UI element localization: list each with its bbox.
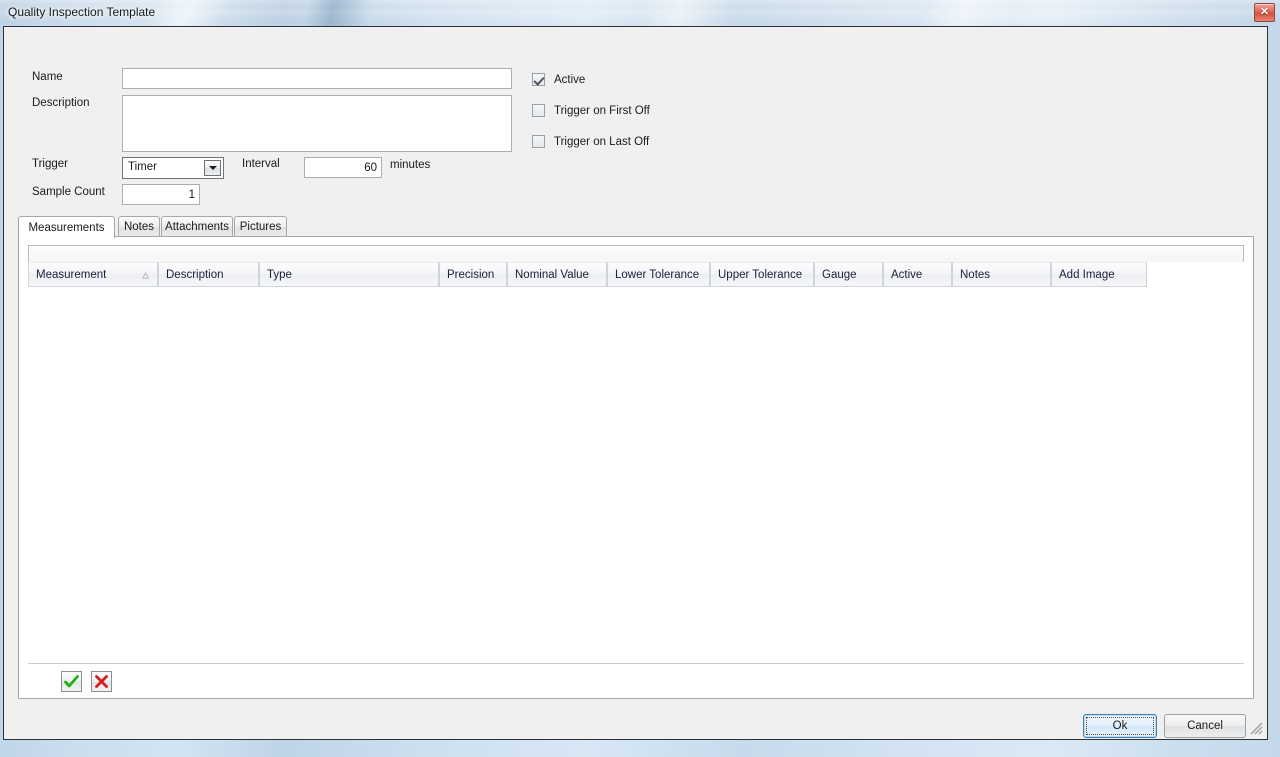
dialog-client-area: Name Description Trigger Timer Interval … bbox=[3, 26, 1268, 740]
active-checkbox-label: Active bbox=[554, 73, 586, 86]
grid-column-description-label: Description bbox=[166, 268, 224, 281]
interval-input[interactable] bbox=[304, 157, 382, 178]
grid-column-add-image[interactable]: Add Image bbox=[1051, 262, 1147, 287]
name-label: Name bbox=[32, 71, 63, 83]
grid-column-notes-label: Notes bbox=[960, 268, 991, 281]
trigger-on-first-off-checkbox-row[interactable]: Trigger on First Off bbox=[532, 104, 650, 117]
tab-attachments-label: Attachments bbox=[165, 221, 229, 233]
tab-attachments[interactable]: Attachments bbox=[161, 216, 233, 237]
grid-column-active-label: Active bbox=[891, 268, 923, 281]
resize-grip-icon[interactable] bbox=[1249, 721, 1263, 735]
grid-column-precision[interactable]: Precision bbox=[439, 262, 507, 287]
sample-count-label: Sample Count bbox=[32, 186, 105, 198]
grid-body-empty[interactable] bbox=[28, 287, 1244, 662]
reject-row-button[interactable] bbox=[91, 671, 112, 692]
trigger-combobox[interactable]: Timer bbox=[122, 157, 224, 179]
tab-notes[interactable]: Notes bbox=[118, 216, 160, 237]
cross-icon bbox=[95, 675, 108, 688]
grid-column-nominal-value[interactable]: Nominal Value bbox=[507, 262, 607, 287]
accept-row-button[interactable] bbox=[61, 671, 82, 692]
cancel-button-label: Cancel bbox=[1187, 720, 1223, 732]
grid-column-add-image-label: Add Image bbox=[1059, 268, 1115, 281]
grid-column-gauge[interactable]: Gauge bbox=[814, 262, 883, 287]
active-checkbox-row[interactable]: Active bbox=[532, 73, 585, 86]
grid-column-nominal-value-label: Nominal Value bbox=[515, 268, 589, 281]
grid-column-description[interactable]: Description bbox=[158, 262, 259, 287]
grid-column-measurement[interactable]: Measurement bbox=[28, 262, 158, 287]
grid-column-measurement-label: Measurement bbox=[36, 268, 107, 281]
grid-toolbar bbox=[28, 245, 1244, 263]
grid-column-gauge-label: Gauge bbox=[822, 268, 857, 281]
grid-column-upper-tolerance[interactable]: Upper Tolerance bbox=[710, 262, 814, 287]
trigger-label: Trigger bbox=[32, 158, 68, 170]
trigger-on-first-off-checkbox[interactable] bbox=[532, 104, 545, 117]
tab-strip: Measurements Notes Attachments Pictures bbox=[18, 216, 1254, 238]
active-checkbox[interactable] bbox=[532, 73, 545, 86]
tab-pictures-label: Pictures bbox=[239, 221, 282, 233]
tab-measurements-label: Measurements bbox=[28, 221, 105, 234]
description-textarea[interactable] bbox=[122, 95, 512, 152]
grid-column-upper-tolerance-label: Upper Tolerance bbox=[718, 268, 803, 281]
interval-label: Interval bbox=[242, 158, 280, 170]
ok-button[interactable]: Ok bbox=[1083, 714, 1157, 738]
sort-ascending-icon bbox=[142, 272, 149, 279]
trigger-on-last-off-label: Trigger on Last Off bbox=[554, 135, 650, 148]
close-button[interactable]: ✕ bbox=[1254, 3, 1275, 22]
focus-rectangle bbox=[1086, 717, 1154, 735]
grid-column-precision-label: Precision bbox=[447, 268, 495, 281]
trigger-dropdown-button[interactable] bbox=[204, 160, 221, 176]
trigger-on-first-off-label: Trigger on First Off bbox=[554, 104, 650, 117]
grid-column-lower-tolerance[interactable]: Lower Tolerance bbox=[607, 262, 710, 287]
grid-header-row: Measurement Description Type Precision N… bbox=[28, 262, 1244, 287]
title-bar[interactable]: Quality Inspection Template ✕ bbox=[0, 0, 1280, 26]
interval-units-label: minutes bbox=[390, 159, 431, 171]
grid-column-type-label: Type bbox=[267, 268, 292, 281]
screen: Quality Inspection Template ✕ Name Descr… bbox=[0, 0, 1280, 757]
chevron-down-icon bbox=[208, 166, 217, 170]
grid-column-notes[interactable]: Notes bbox=[952, 262, 1051, 287]
tab-pictures[interactable]: Pictures bbox=[234, 216, 287, 237]
trigger-on-last-off-checkbox-row[interactable]: Trigger on Last Off bbox=[532, 135, 649, 148]
description-label: Description bbox=[32, 97, 90, 109]
cancel-button[interactable]: Cancel bbox=[1164, 714, 1246, 738]
tab-notes-label: Notes bbox=[123, 221, 155, 233]
window-title: Quality Inspection Template bbox=[8, 5, 156, 19]
trigger-on-last-off-checkbox[interactable] bbox=[532, 135, 545, 148]
grid-column-type[interactable]: Type bbox=[259, 262, 439, 287]
close-icon: ✕ bbox=[1259, 6, 1270, 18]
grid-column-active[interactable]: Active bbox=[883, 262, 952, 287]
grid-footer bbox=[28, 663, 1244, 694]
name-input[interactable] bbox=[122, 68, 512, 89]
sample-count-input[interactable] bbox=[122, 184, 200, 205]
measurements-tab-page: Measurement Description Type Precision N… bbox=[18, 236, 1254, 699]
grid-column-lower-tolerance-label: Lower Tolerance bbox=[615, 268, 700, 281]
trigger-selected-value: Timer bbox=[128, 161, 157, 173]
tab-measurements[interactable]: Measurements bbox=[18, 216, 115, 238]
check-icon bbox=[64, 675, 79, 688]
